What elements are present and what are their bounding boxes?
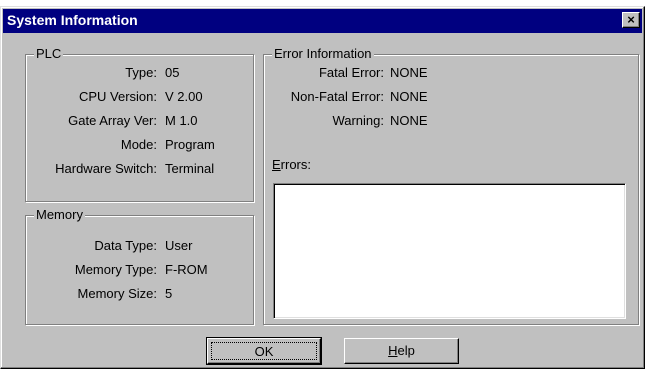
memory-type-label: Memory Type: xyxy=(74,262,157,277)
ok-button-label: OK xyxy=(211,342,317,360)
memory-group: Memory Data Type: User Memory Type: F-RO… xyxy=(25,207,254,325)
warning-value: NONE xyxy=(390,113,428,128)
fatal-error-value: NONE xyxy=(390,65,428,80)
memory-data-type-label: Data Type: xyxy=(94,238,157,253)
plc-gate-array-value: M 1.0 xyxy=(165,113,198,128)
memory-data-type-value: User xyxy=(165,238,193,253)
non-fatal-error-label: Non-Fatal Error: xyxy=(290,89,384,104)
window-title: System Information xyxy=(7,12,138,28)
plc-group: PLC Type: 05 CPU Version: V 2.00 Gate Ar… xyxy=(25,46,254,202)
memory-group-label: Memory xyxy=(34,207,85,223)
errors-label-rest: rrors: xyxy=(280,157,312,172)
plc-group-label: PLC xyxy=(34,46,64,62)
help-button[interactable]: Help xyxy=(344,338,459,364)
memory-type-value: F-ROM xyxy=(165,262,208,277)
ok-button[interactable]: OK xyxy=(206,337,322,365)
plc-hardware-switch-value: Terminal xyxy=(165,161,215,176)
plc-cpu-version-value: V 2.00 xyxy=(165,89,203,104)
memory-size-value: 5 xyxy=(165,286,173,301)
warning-label: Warning: xyxy=(332,113,384,128)
system-information-dialog: System Information × PLC Type: 05 CPU Ve… xyxy=(0,6,645,369)
errors-label-accel: E xyxy=(272,157,281,172)
plc-type-value: 05 xyxy=(165,65,180,80)
error-information-group-label: Error Information xyxy=(272,46,374,62)
errors-label: Errors: xyxy=(272,157,311,173)
help-button-rest: elp xyxy=(397,343,415,358)
title-bar: System Information × xyxy=(3,9,642,33)
memory-size-label: Memory Size: xyxy=(77,286,157,301)
help-button-accel: H xyxy=(388,343,398,358)
plc-cpu-version-label: CPU Version: xyxy=(78,89,157,104)
plc-type-label: Type: xyxy=(125,65,157,80)
plc-hardware-switch-label: Hardware Switch: xyxy=(55,161,157,176)
plc-mode-label: Mode: xyxy=(120,137,157,152)
fatal-error-label: Fatal Error: xyxy=(318,65,384,80)
errors-list[interactable] xyxy=(273,183,626,319)
non-fatal-error-value: NONE xyxy=(390,89,428,104)
plc-mode-value: Program xyxy=(165,137,215,152)
close-icon[interactable]: × xyxy=(622,12,640,28)
plc-gate-array-label: Gate Array Ver: xyxy=(68,113,157,128)
error-information-group: Error Information Fatal Error: NONE Non-… xyxy=(263,46,639,325)
